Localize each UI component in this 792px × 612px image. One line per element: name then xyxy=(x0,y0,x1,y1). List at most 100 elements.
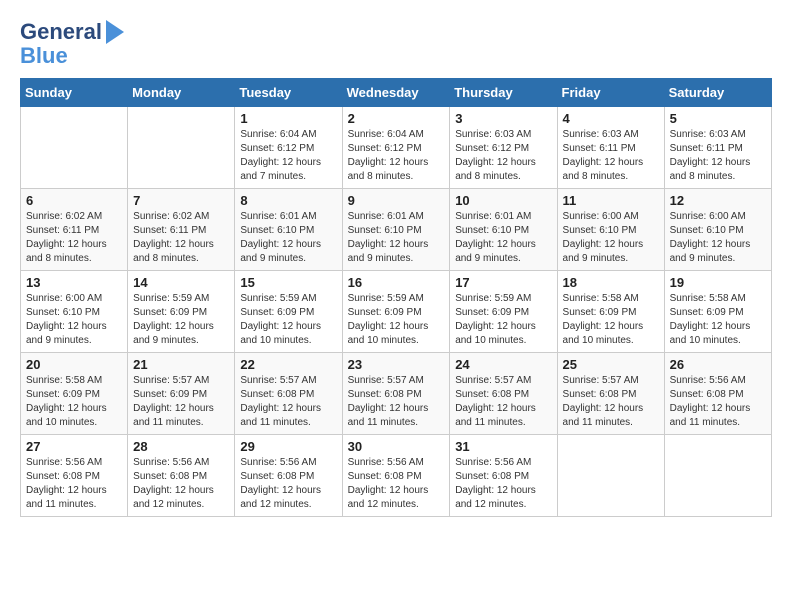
day-info: Sunrise: 6:03 AM Sunset: 6:11 PM Dayligh… xyxy=(670,128,766,184)
weekday-header-friday: Friday xyxy=(557,79,664,107)
day-info: Sunrise: 5:56 AM Sunset: 6:08 PM Dayligh… xyxy=(26,456,122,512)
day-number: 7 xyxy=(133,193,229,208)
day-info: Sunrise: 5:56 AM Sunset: 6:08 PM Dayligh… xyxy=(240,456,336,512)
day-info: Sunrise: 5:56 AM Sunset: 6:08 PM Dayligh… xyxy=(455,456,551,512)
day-info: Sunrise: 5:59 AM Sunset: 6:09 PM Dayligh… xyxy=(240,292,336,348)
day-number: 21 xyxy=(133,357,229,372)
weekday-header-tuesday: Tuesday xyxy=(235,79,342,107)
day-info: Sunrise: 5:57 AM Sunset: 6:08 PM Dayligh… xyxy=(455,374,551,430)
calendar-cell: 29 Sunrise: 5:56 AM Sunset: 6:08 PM Dayli… xyxy=(235,435,342,517)
day-number: 29 xyxy=(240,439,336,454)
day-number: 13 xyxy=(26,275,122,290)
weekday-header-wednesday: Wednesday xyxy=(342,79,450,107)
day-info: Sunrise: 5:59 AM Sunset: 6:09 PM Dayligh… xyxy=(348,292,445,348)
calendar-cell xyxy=(21,107,128,189)
calendar-cell: 1 Sunrise: 6:04 AM Sunset: 6:12 PM Daylig… xyxy=(235,107,342,189)
calendar-cell: 25 Sunrise: 5:57 AM Sunset: 6:08 PM Dayli… xyxy=(557,353,664,435)
day-number: 6 xyxy=(26,193,122,208)
day-info: Sunrise: 5:58 AM Sunset: 6:09 PM Dayligh… xyxy=(670,292,766,348)
day-number: 18 xyxy=(563,275,659,290)
day-info: Sunrise: 6:04 AM Sunset: 6:12 PM Dayligh… xyxy=(240,128,336,184)
calendar-week-2: 6 Sunrise: 6:02 AM Sunset: 6:11 PM Daylig… xyxy=(21,189,772,271)
day-number: 23 xyxy=(348,357,445,372)
calendar-cell: 19Sunrise: 5:58 AM Sunset: 6:09 PM Dayli… xyxy=(664,271,771,353)
weekday-header-thursday: Thursday xyxy=(450,79,557,107)
day-info: Sunrise: 6:00 AM Sunset: 6:10 PM Dayligh… xyxy=(26,292,122,348)
logo: General Blue xyxy=(20,20,124,68)
day-number: 28 xyxy=(133,439,229,454)
calendar-week-5: 27 Sunrise: 5:56 AM Sunset: 6:08 PM Dayli… xyxy=(21,435,772,517)
day-number: 31 xyxy=(455,439,551,454)
calendar-table: SundayMondayTuesdayWednesdayThursdayFrid… xyxy=(20,78,772,517)
calendar-cell: 18Sunrise: 5:58 AM Sunset: 6:09 PM Dayli… xyxy=(557,271,664,353)
day-number: 20 xyxy=(26,357,122,372)
day-number: 11 xyxy=(563,193,659,208)
calendar-cell: 3Sunrise: 6:03 AM Sunset: 6:12 PM Daylig… xyxy=(450,107,557,189)
day-info: Sunrise: 6:03 AM Sunset: 6:11 PM Dayligh… xyxy=(563,128,659,184)
calendar-cell: 10Sunrise: 6:01 AM Sunset: 6:10 PM Dayli… xyxy=(450,189,557,271)
day-number: 3 xyxy=(455,111,551,126)
weekday-header-saturday: Saturday xyxy=(664,79,771,107)
calendar-cell xyxy=(128,107,235,189)
calendar-cell: 16 Sunrise: 5:59 AM Sunset: 6:09 PM Dayli… xyxy=(342,271,450,353)
calendar-week-4: 20 Sunrise: 5:58 AM Sunset: 6:09 PM Dayli… xyxy=(21,353,772,435)
day-number: 16 xyxy=(348,275,445,290)
calendar-cell: 15 Sunrise: 5:59 AM Sunset: 6:09 PM Dayli… xyxy=(235,271,342,353)
day-number: 22 xyxy=(240,357,336,372)
day-info: Sunrise: 5:57 AM Sunset: 6:08 PM Dayligh… xyxy=(563,374,659,430)
day-number: 12 xyxy=(670,193,766,208)
calendar-cell xyxy=(664,435,771,517)
calendar-cell: 27 Sunrise: 5:56 AM Sunset: 6:08 PM Dayli… xyxy=(21,435,128,517)
calendar-cell: 14 Sunrise: 5:59 AM Sunset: 6:09 PM Dayli… xyxy=(128,271,235,353)
calendar-cell: 28 Sunrise: 5:56 AM Sunset: 6:08 PM Dayli… xyxy=(128,435,235,517)
calendar-cell: 24Sunrise: 5:57 AM Sunset: 6:08 PM Dayli… xyxy=(450,353,557,435)
calendar-cell: 23Sunrise: 5:57 AM Sunset: 6:08 PM Dayli… xyxy=(342,353,450,435)
day-number: 25 xyxy=(563,357,659,372)
day-info: Sunrise: 6:04 AM Sunset: 6:12 PM Dayligh… xyxy=(348,128,445,184)
day-info: Sunrise: 5:58 AM Sunset: 6:09 PM Dayligh… xyxy=(26,374,122,430)
calendar-cell: 30Sunrise: 5:56 AM Sunset: 6:08 PM Dayli… xyxy=(342,435,450,517)
calendar-cell: 7 Sunrise: 6:02 AM Sunset: 6:11 PM Daylig… xyxy=(128,189,235,271)
day-number: 5 xyxy=(670,111,766,126)
day-info: Sunrise: 5:56 AM Sunset: 6:08 PM Dayligh… xyxy=(133,456,229,512)
day-info: Sunrise: 6:02 AM Sunset: 6:11 PM Dayligh… xyxy=(133,210,229,266)
calendar-cell: 17 Sunrise: 5:59 AM Sunset: 6:09 PM Dayli… xyxy=(450,271,557,353)
day-number: 2 xyxy=(348,111,445,126)
weekday-header-monday: Monday xyxy=(128,79,235,107)
day-info: Sunrise: 5:59 AM Sunset: 6:09 PM Dayligh… xyxy=(133,292,229,348)
day-number: 10 xyxy=(455,193,551,208)
day-number: 8 xyxy=(240,193,336,208)
day-info: Sunrise: 6:00 AM Sunset: 6:10 PM Dayligh… xyxy=(670,210,766,266)
weekday-header-sunday: Sunday xyxy=(21,79,128,107)
day-info: Sunrise: 6:02 AM Sunset: 6:11 PM Dayligh… xyxy=(26,210,122,266)
day-info: Sunrise: 6:01 AM Sunset: 6:10 PM Dayligh… xyxy=(348,210,445,266)
calendar-cell: 21 Sunrise: 5:57 AM Sunset: 6:09 PM Dayli… xyxy=(128,353,235,435)
calendar-cell: 2 Sunrise: 6:04 AM Sunset: 6:12 PM Daylig… xyxy=(342,107,450,189)
calendar-cell: 13 Sunrise: 6:00 AM Sunset: 6:10 PM Dayli… xyxy=(21,271,128,353)
day-number: 17 xyxy=(455,275,551,290)
calendar-cell: 9 Sunrise: 6:01 AM Sunset: 6:10 PM Daylig… xyxy=(342,189,450,271)
day-info: Sunrise: 5:56 AM Sunset: 6:08 PM Dayligh… xyxy=(348,456,445,512)
calendar-cell: 26 Sunrise: 5:56 AM Sunset: 6:08 PM Dayli… xyxy=(664,353,771,435)
page-header: General Blue xyxy=(20,20,772,68)
day-info: Sunrise: 5:56 AM Sunset: 6:08 PM Dayligh… xyxy=(670,374,766,430)
day-number: 26 xyxy=(670,357,766,372)
day-info: Sunrise: 5:57 AM Sunset: 6:08 PM Dayligh… xyxy=(240,374,336,430)
day-number: 27 xyxy=(26,439,122,454)
day-number: 9 xyxy=(348,193,445,208)
calendar-header-row: SundayMondayTuesdayWednesdayThursdayFrid… xyxy=(21,79,772,107)
calendar-cell: 22 Sunrise: 5:57 AM Sunset: 6:08 PM Dayli… xyxy=(235,353,342,435)
logo-text: General xyxy=(20,20,102,44)
day-info: Sunrise: 5:57 AM Sunset: 6:09 PM Dayligh… xyxy=(133,374,229,430)
calendar-cell: 5 Sunrise: 6:03 AM Sunset: 6:11 PM Daylig… xyxy=(664,107,771,189)
calendar-cell: 12 Sunrise: 6:00 AM Sunset: 6:10 PM Dayli… xyxy=(664,189,771,271)
day-info: Sunrise: 5:59 AM Sunset: 6:09 PM Dayligh… xyxy=(455,292,551,348)
day-number: 4 xyxy=(563,111,659,126)
calendar-cell: 20 Sunrise: 5:58 AM Sunset: 6:09 PM Dayli… xyxy=(21,353,128,435)
day-number: 15 xyxy=(240,275,336,290)
calendar-cell: 6 Sunrise: 6:02 AM Sunset: 6:11 PM Daylig… xyxy=(21,189,128,271)
logo-arrow-icon xyxy=(106,20,124,44)
day-number: 14 xyxy=(133,275,229,290)
day-number: 1 xyxy=(240,111,336,126)
calendar-cell: 4 Sunrise: 6:03 AM Sunset: 6:11 PM Daylig… xyxy=(557,107,664,189)
